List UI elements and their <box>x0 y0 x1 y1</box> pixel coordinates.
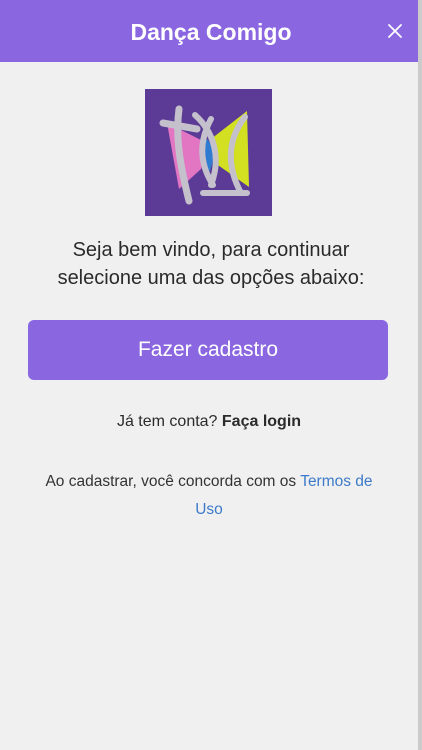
welcome-line-2: selecione uma das opções abaixo: <box>57 267 365 289</box>
close-button[interactable] <box>386 22 404 40</box>
login-prompt-text: Já tem conta? <box>116 413 218 430</box>
app-title: Dança Comigo <box>130 19 292 45</box>
login-prompt: Já tem conta? Faça login <box>0 413 418 431</box>
close-icon <box>388 24 402 38</box>
scroll-edge <box>418 0 422 750</box>
welcome-line-1: Seja bem vindo, para continuar <box>72 239 350 261</box>
app-logo <box>145 89 272 216</box>
terms-notice: Ao cadastrar, você concorda com os Termo… <box>30 468 388 524</box>
signup-button[interactable]: Fazer cadastro <box>28 320 388 380</box>
header-bar: Dança Comigo <box>0 0 422 62</box>
login-link[interactable]: Faça login <box>222 413 301 430</box>
terms-text: Ao cadastrar, você concorda com os <box>45 473 297 490</box>
welcome-message: Seja bem vindo, para continuar selecione… <box>20 236 402 292</box>
app-logo-icon <box>145 89 272 216</box>
